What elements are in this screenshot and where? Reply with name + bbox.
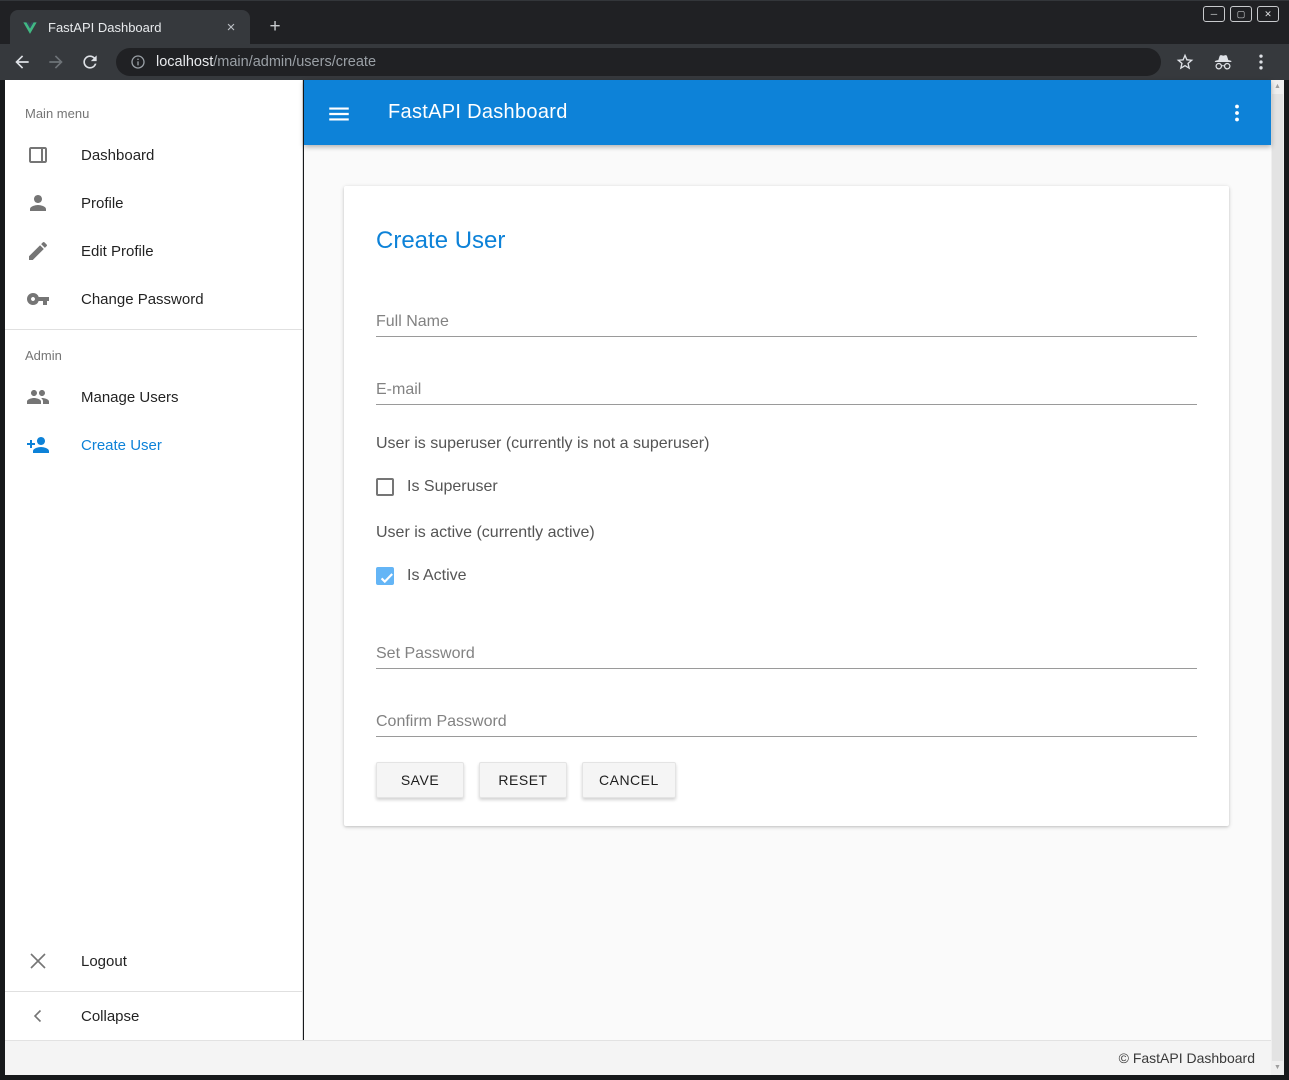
sidebar-item-label: Change Password: [81, 291, 204, 308]
sidebar-item-label: Collapse: [81, 1008, 139, 1025]
scroll-up-icon[interactable]: ▲: [1271, 80, 1284, 94]
superuser-hint: User is superuser (currently is not a su…: [376, 435, 1197, 453]
sidebar-section-admin: Admin: [5, 330, 302, 373]
sidebar-item-label: Manage Users: [81, 389, 179, 406]
sidebar-section-main-menu: Main menu: [5, 80, 302, 131]
browser-menu-kebab-icon[interactable]: [1251, 52, 1271, 72]
copyright-text: © FastAPI Dashboard: [1119, 1050, 1255, 1066]
app-bar: FastAPI Dashboard: [304, 80, 1271, 145]
is-superuser-checkbox[interactable]: Is Superuser: [376, 478, 1197, 496]
window-controls: ─ ▢ ✕: [1203, 6, 1279, 22]
page-title: Create User: [376, 186, 1197, 255]
pencil-icon: [26, 239, 50, 263]
incognito-icon: [1213, 52, 1233, 72]
checkbox-checked-icon[interactable]: [376, 567, 394, 585]
app-bar-kebab-icon[interactable]: [1225, 101, 1249, 125]
browser-tab[interactable]: FastAPI Dashboard ×: [10, 10, 250, 45]
person-add-icon: [26, 433, 50, 457]
page-footer: © FastAPI Dashboard: [5, 1040, 1271, 1075]
scroll-down-icon[interactable]: ▼: [1271, 1061, 1284, 1075]
url-text: localhost/main/admin/users/create: [156, 54, 376, 70]
toolbar-actions: [1175, 52, 1271, 72]
hamburger-menu-icon[interactable]: [326, 101, 352, 125]
back-icon[interactable]: [10, 50, 34, 74]
sidebar-item-edit-profile[interactable]: Edit Profile: [5, 227, 302, 275]
set-password-input[interactable]: [376, 639, 1197, 669]
address-bar[interactable]: localhost/main/admin/users/create: [116, 48, 1161, 76]
new-tab-button[interactable]: +: [262, 14, 288, 40]
browser-window: FastAPI Dashboard × + ─ ▢ ✕ localhost/ma…: [0, 0, 1289, 1080]
sidebar-item-label: Edit Profile: [81, 243, 154, 260]
sidebar-item-logout[interactable]: Logout: [5, 937, 302, 985]
tab-strip: FastAPI Dashboard × + ─ ▢ ✕: [0, 0, 1289, 44]
checkbox-label: Is Active: [407, 567, 467, 585]
dashboard-icon: [26, 143, 50, 167]
sidebar-item-label: Profile: [81, 195, 124, 212]
vertical-scrollbar[interactable]: ▲ ▼: [1271, 80, 1284, 1075]
sidebar-item-create-user[interactable]: Create User: [5, 421, 302, 469]
tab-title: FastAPI Dashboard: [48, 20, 222, 35]
cancel-button[interactable]: CANCEL: [582, 762, 676, 798]
key-icon: [26, 287, 50, 311]
sidebar-item-collapse[interactable]: Collapse: [5, 992, 302, 1040]
tab-close-icon[interactable]: ×: [222, 19, 240, 37]
is-active-checkbox[interactable]: Is Active: [376, 567, 1197, 585]
checkbox-label: Is Superuser: [407, 478, 498, 496]
sidebar-item-label: Create User: [81, 437, 162, 454]
close-button[interactable]: ✕: [1257, 6, 1279, 22]
sidebar-item-label: Logout: [81, 953, 127, 970]
site-info-icon[interactable]: [130, 54, 146, 70]
confirm-password-input[interactable]: [376, 707, 1197, 737]
vue-favicon-icon: [22, 20, 38, 36]
sidebar-item-manage-users[interactable]: Manage Users: [5, 373, 302, 421]
save-button[interactable]: SAVE: [376, 762, 464, 798]
app-bar-title: FastAPI Dashboard: [388, 101, 568, 124]
sidebar-item-change-password[interactable]: Change Password: [5, 275, 302, 323]
sidebar-item-profile[interactable]: Profile: [5, 179, 302, 227]
active-hint: User is active (currently active): [376, 524, 1197, 542]
sidebar-item-label: Dashboard: [81, 147, 154, 164]
full-name-input[interactable]: [376, 307, 1197, 337]
sidebar: Main menu Dashboard Profile Edit Profile…: [5, 80, 303, 1040]
person-icon: [26, 191, 50, 215]
create-user-card: Create User User is superuser (currently…: [344, 186, 1229, 826]
checkbox-icon[interactable]: [376, 478, 394, 496]
minimize-button[interactable]: ─: [1203, 6, 1225, 22]
form-actions: SAVE RESET CANCEL: [376, 762, 1197, 798]
scrollbar-thumb[interactable]: [1272, 94, 1283, 1061]
email-input[interactable]: [376, 375, 1197, 405]
sidebar-bottom: Logout Collapse: [5, 937, 302, 1040]
people-icon: [26, 385, 50, 409]
reset-button[interactable]: RESET: [479, 762, 567, 798]
main-content: Create User User is superuser (currently…: [304, 145, 1271, 1040]
maximize-button[interactable]: ▢: [1230, 6, 1252, 22]
chevron-left-icon: [26, 1004, 50, 1028]
forward-icon[interactable]: [44, 50, 68, 74]
close-x-icon: [26, 949, 50, 973]
reload-icon[interactable]: [78, 50, 102, 74]
sidebar-item-dashboard[interactable]: Dashboard: [5, 131, 302, 179]
bookmark-star-icon[interactable]: [1175, 52, 1195, 72]
browser-toolbar: localhost/main/admin/users/create: [0, 44, 1289, 80]
